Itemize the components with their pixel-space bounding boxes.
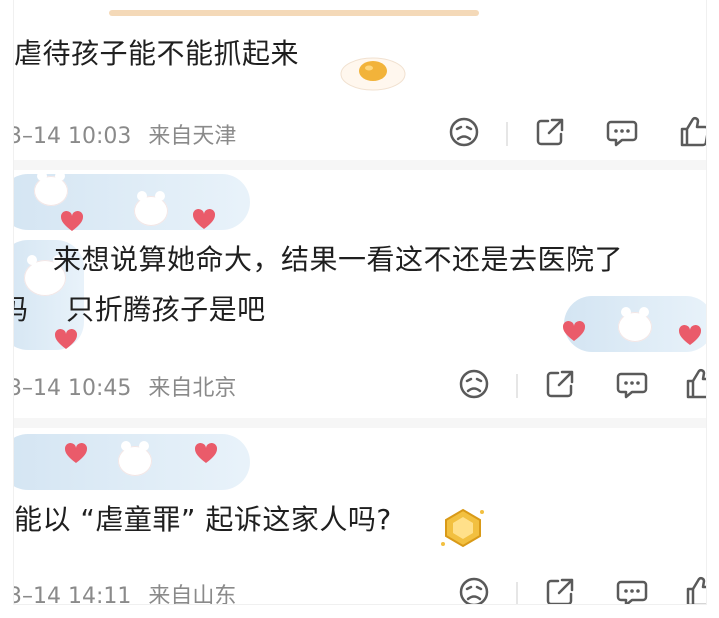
comment-card-1: 虐待孩子能不能抓起来 3–14 10:03 来自天津 (14, 0, 706, 160)
heart-sticker-icon (678, 324, 702, 345)
like-icon[interactable] (676, 114, 706, 150)
bear-sticker-icon (118, 441, 152, 476)
dislike-icon[interactable] (456, 366, 492, 402)
heart-sticker-icon (192, 208, 216, 229)
share-icon[interactable] (532, 114, 568, 150)
heart-sticker-icon (194, 442, 218, 463)
comments-screenshot: 虐待孩子能不能抓起来 3–14 10:03 来自天津 ? 来想说算她命大，结果一… (14, 0, 706, 604)
comment-actions (456, 366, 706, 406)
comment-actions (456, 574, 706, 604)
like-icon[interactable] (682, 366, 706, 402)
dislike-icon[interactable] (456, 574, 492, 604)
comment-actions (446, 114, 706, 154)
heart-sticker-icon (54, 328, 78, 349)
bear-sticker-icon (34, 171, 68, 206)
comment-time: 3–14 14:11 (14, 584, 132, 604)
fried-egg-emoji-icon (340, 57, 406, 91)
separator (14, 160, 706, 170)
share-icon[interactable] (542, 366, 578, 402)
comment-time: 3–14 10:03 (14, 124, 132, 149)
like-icon[interactable] (682, 574, 706, 604)
comment-meta: 3–14 14:11 来自山东 (14, 578, 236, 604)
comment-icon[interactable] (614, 366, 650, 402)
bear-sticker-icon (134, 191, 168, 226)
comment-text: 虐待孩子能不能抓起来 (14, 37, 300, 70)
separator (14, 418, 706, 428)
comment-location: 来自山东 (148, 584, 237, 604)
comment-text: 吗 只折腾孩子是吧 (14, 293, 266, 326)
comment-icon[interactable] (614, 574, 650, 604)
heart-sticker-icon (562, 320, 586, 341)
comment-meta: 3–14 10:45 来自北京 (14, 370, 236, 402)
share-icon[interactable] (542, 574, 578, 604)
comment-text: 能以 “虐童罪” 起诉这家人吗? (14, 503, 392, 536)
comment-location: 来自北京 (148, 376, 237, 401)
dislike-icon[interactable] (446, 114, 482, 150)
comment-text: ? 来想说算她命大，结果一看这不还是去医院了 (14, 243, 623, 276)
heart-sticker-icon (60, 210, 84, 231)
divider (516, 374, 518, 398)
bear-sticker-icon (618, 307, 652, 342)
comment-icon[interactable] (604, 114, 640, 150)
comment-meta: 3–14 10:03 来自天津 (14, 118, 236, 150)
divider (516, 582, 518, 604)
comment-location: 来自天津 (148, 124, 237, 149)
divider (506, 122, 508, 146)
comment-card-2: ? 来想说算她命大，结果一看这不还是去医院了 吗 只折腾孩子是吧 3–14 10… (14, 170, 706, 418)
heart-sticker-icon (64, 442, 88, 463)
comment-time: 3–14 10:45 (14, 376, 132, 401)
comment-card-3: 能以 “虐童罪” 起诉这家人吗? 3–14 14:11 来自山东 (14, 428, 706, 604)
gold-badge-emoji-icon (441, 508, 484, 548)
